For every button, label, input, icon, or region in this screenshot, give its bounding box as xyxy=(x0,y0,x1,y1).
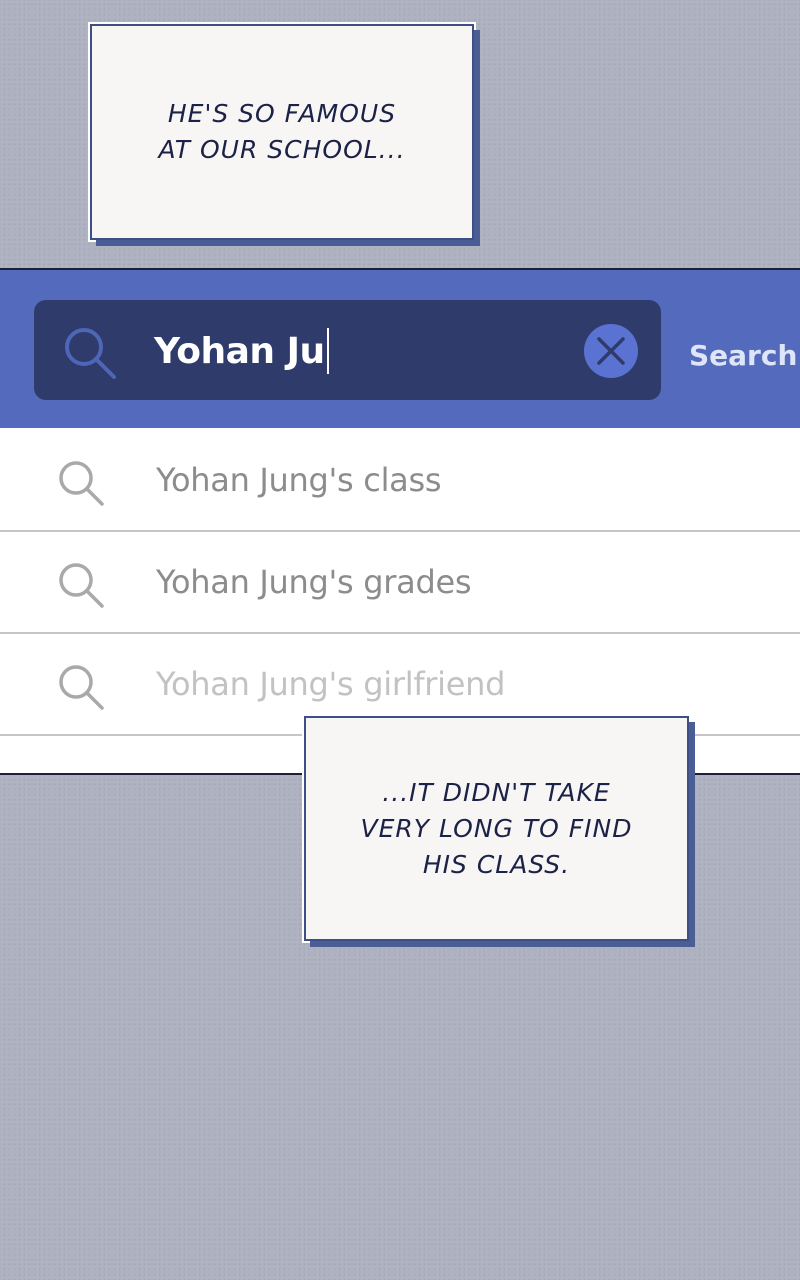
search-icon xyxy=(65,328,116,379)
suggestion-list: Yohan Jung's class Yohan Jung's grades Y… xyxy=(0,430,800,736)
search-button[interactable]: Search xyxy=(689,338,797,374)
caption-text-bottom: ...IT DIDN'T TAKE VERY LONG TO FIND HIS … xyxy=(360,777,633,879)
caption-text-top: HE'S SO FAMOUS AT OUR SCHOOL... xyxy=(158,99,406,164)
search-query-wrap: Yohan Ju xyxy=(154,326,329,376)
search-query[interactable]: Yohan Ju xyxy=(154,331,325,372)
narration-caption-bottom: ...IT DIDN'T TAKE VERY LONG TO FIND HIS … xyxy=(304,716,689,941)
search-header: Yohan Ju Search xyxy=(0,270,800,428)
search-input[interactable]: Yohan Ju xyxy=(34,300,661,400)
suggestion-label: Yohan Jung's grades xyxy=(156,563,472,601)
search-panel: Yohan Ju Search Yohan Jung's class Yohan… xyxy=(0,268,800,775)
search-icon xyxy=(59,665,104,710)
search-icon xyxy=(59,563,104,608)
suggestion-label: Yohan Jung's girlfriend xyxy=(156,665,506,703)
suggestion-item[interactable]: Yohan Jung's class xyxy=(0,430,800,532)
text-caret xyxy=(326,328,329,374)
search-icon xyxy=(59,461,104,506)
clear-button[interactable] xyxy=(584,324,638,378)
suggestion-label: Yohan Jung's class xyxy=(156,461,442,499)
narration-caption-top: HE'S SO FAMOUS AT OUR SCHOOL... xyxy=(90,24,474,240)
suggestion-item[interactable]: Yohan Jung's grades xyxy=(0,532,800,634)
close-icon xyxy=(597,337,625,365)
